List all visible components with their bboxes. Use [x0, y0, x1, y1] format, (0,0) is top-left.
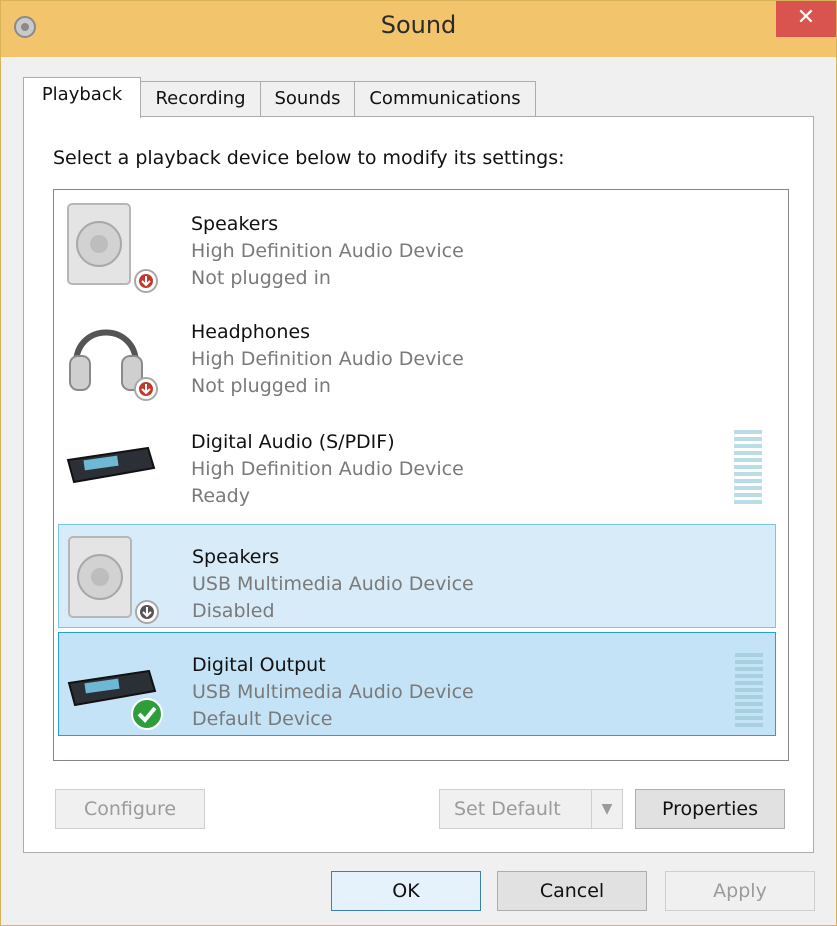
level-meter: [734, 430, 762, 504]
device-status: Ready: [191, 485, 250, 507]
title-bar[interactable]: Sound ✕: [1, 1, 836, 57]
configure-button[interactable]: Configure: [55, 789, 205, 829]
ok-button[interactable]: OK: [331, 871, 481, 911]
device-status: Not plugged in: [191, 375, 331, 397]
set-default-label: Set Default: [454, 798, 561, 820]
digital-audio-icon: [66, 446, 156, 484]
set-default-button[interactable]: Set Default ▼: [439, 789, 623, 829]
device-description: High Definition Audio Device: [191, 458, 464, 480]
device-status: Disabled: [192, 600, 275, 622]
device-description: USB Multimedia Audio Device: [192, 681, 474, 703]
instructions-label: Select a playback device below to modify…: [53, 147, 565, 169]
device-name: Speakers: [192, 546, 280, 568]
device-status: Default Device: [192, 708, 333, 730]
device-list[interactable]: Speakers High Definition Audio Device No…: [53, 189, 789, 761]
apply-button[interactable]: Apply: [665, 871, 815, 911]
device-row[interactable]: Headphones High Definition Audio Device …: [58, 300, 774, 402]
device-name: Speakers: [191, 213, 279, 235]
disabled-badge-icon: [135, 600, 159, 624]
unplugged-badge-icon: [134, 377, 158, 401]
unplugged-badge-icon: [134, 269, 158, 293]
device-row[interactable]: Digital Audio (S/PDIF) High Definition A…: [58, 410, 774, 512]
tab-recording[interactable]: Recording: [140, 81, 261, 116]
device-row[interactable]: Digital Output USB Multimedia Audio Devi…: [58, 632, 776, 736]
close-icon: ✕: [796, 5, 816, 30]
device-description: USB Multimedia Audio Device: [192, 573, 474, 595]
close-button[interactable]: ✕: [776, 1, 836, 37]
default-check-icon: [131, 698, 163, 730]
chevron-down-icon[interactable]: ▼: [591, 790, 622, 828]
window-title: Sound: [380, 11, 457, 39]
tab-communications[interactable]: Communications: [354, 81, 536, 116]
tab-sounds[interactable]: Sounds: [260, 81, 355, 116]
device-name: Headphones: [191, 321, 311, 343]
device-description: High Definition Audio Device: [191, 240, 464, 262]
device-name: Digital Audio (S/PDIF): [191, 431, 395, 453]
cancel-button[interactable]: Cancel: [497, 871, 647, 911]
tab-playback[interactable]: Playback: [23, 77, 141, 118]
device-status: Not plugged in: [191, 267, 331, 289]
device-name: Digital Output: [192, 654, 326, 676]
properties-button[interactable]: Properties: [635, 789, 785, 829]
sound-dialog: Sound ✕ Playback Recording Sounds Commun…: [0, 0, 837, 926]
device-row[interactable]: Speakers High Definition Audio Device No…: [58, 192, 774, 294]
level-meter: [735, 653, 763, 727]
device-row[interactable]: Speakers USB Multimedia Audio Device Dis…: [58, 524, 776, 628]
device-description: High Definition Audio Device: [191, 348, 464, 370]
